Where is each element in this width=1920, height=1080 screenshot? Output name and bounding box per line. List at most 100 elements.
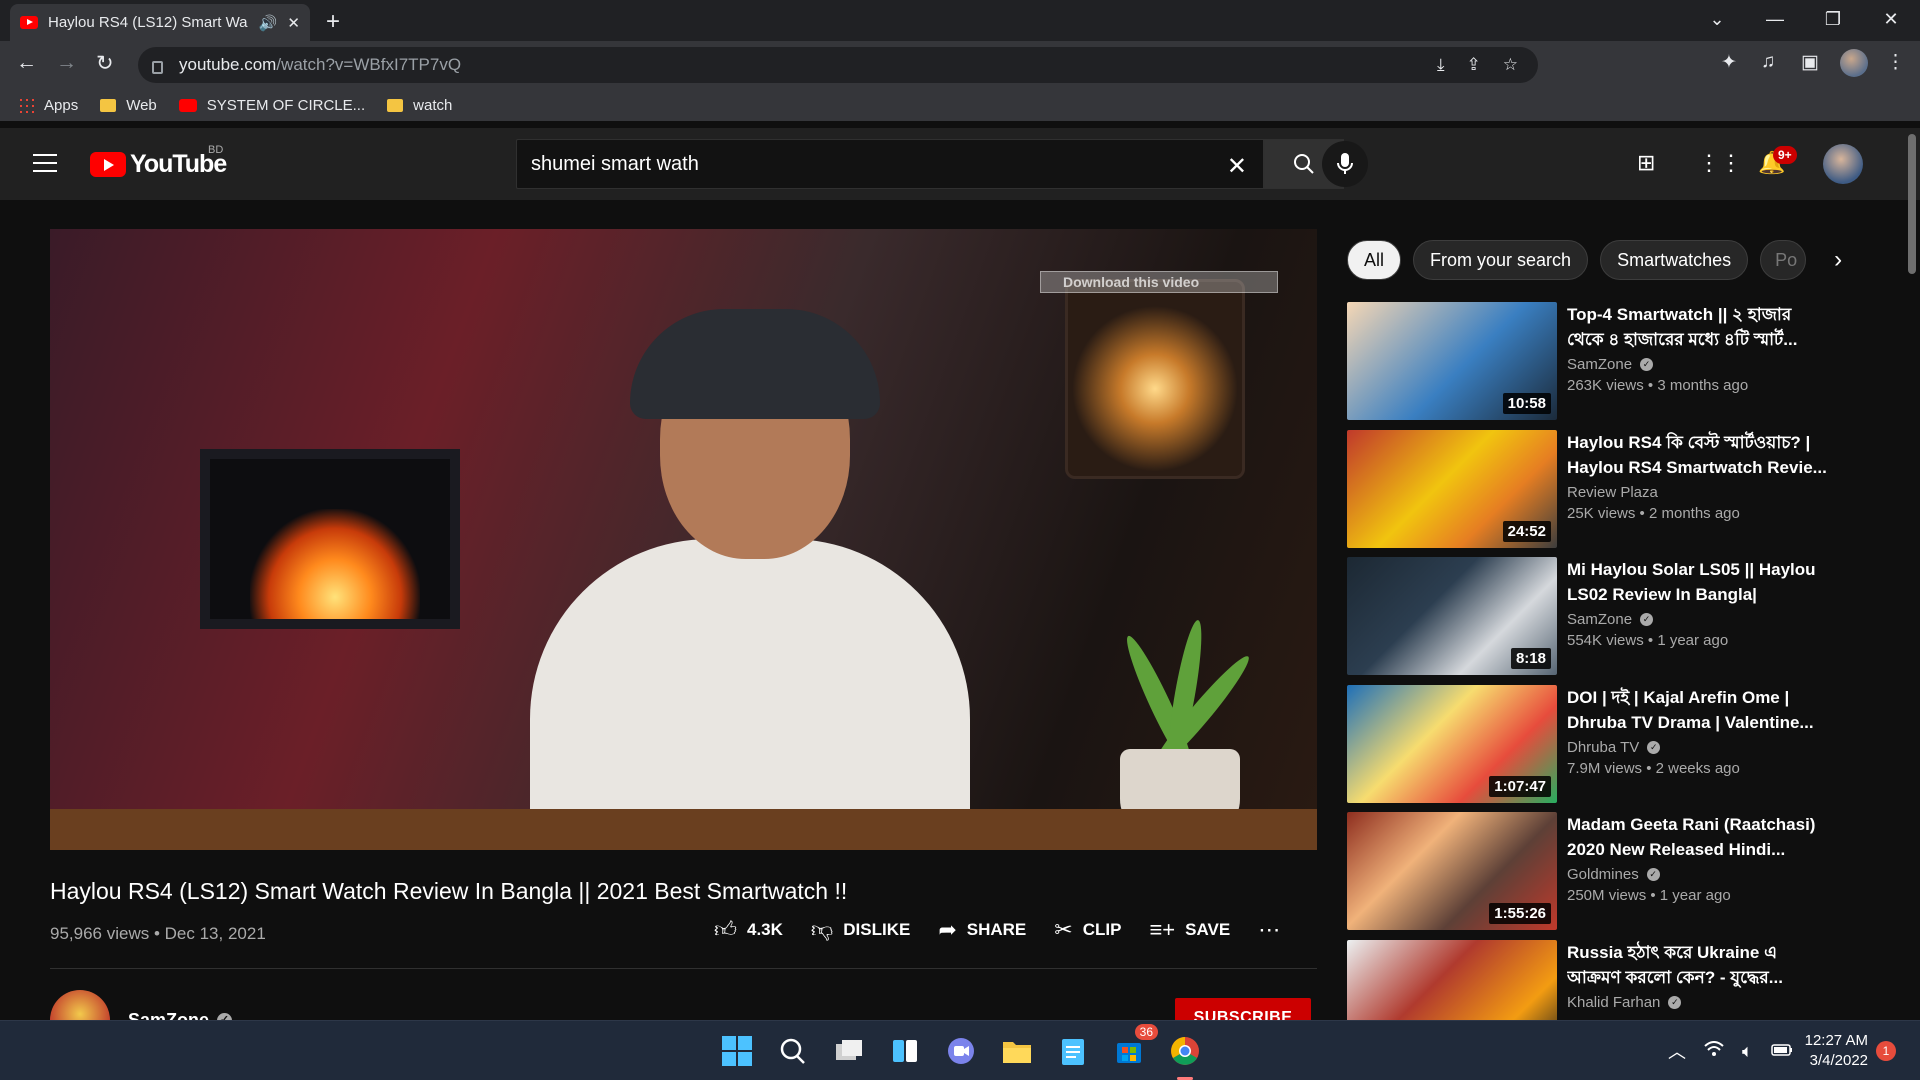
media-control-icon[interactable]: ♫: [1761, 51, 1775, 73]
chip-partial[interactable]: Po: [1760, 240, 1807, 280]
chip-all[interactable]: All: [1347, 240, 1402, 280]
download-video-overlay[interactable]: Download this video: [1040, 271, 1278, 293]
subscribe-button[interactable]: SUBSCRIBE: [1175, 998, 1311, 1020]
windows-start-icon[interactable]: [720, 1034, 754, 1068]
taskbar-clock[interactable]: 12:27 AM 3/4/2022: [1804, 1031, 1868, 1071]
video-thumbnail[interactable]: 1:55:26: [1347, 812, 1557, 930]
back-icon[interactable]: ←: [16, 51, 37, 75]
recommendation-title[interactable]: Top-4 Smartwatch || ২ হাজার থেকে ৪ হাজার…: [1567, 302, 1827, 352]
side-panel-icon[interactable]: ▣: [1801, 51, 1819, 74]
create-video-icon[interactable]: ⊞: [1637, 150, 1655, 176]
video-thumbnail[interactable]: 24:52: [1347, 429, 1557, 548]
youtube-logo[interactable]: YouTube BD: [90, 144, 227, 179]
recommendation-channel[interactable]: Review Plaza: [1567, 484, 1827, 501]
notepad-icon[interactable]: [1056, 1034, 1090, 1068]
video-duration: 1:07:47: [1489, 775, 1551, 797]
file-explorer-icon[interactable]: [1000, 1034, 1034, 1068]
recommendation-channel[interactable]: SamZone ✓: [1567, 356, 1827, 373]
wifi-icon[interactable]: [1704, 1040, 1724, 1062]
reload-icon[interactable]: ↻: [96, 51, 114, 76]
recommendation-title[interactable]: Haylou RS4 কি বেস্ট স্মার্টওয়াচ? | Hayl…: [1567, 430, 1827, 480]
extensions-icon[interactable]: ✦: [1721, 51, 1737, 74]
install-icon[interactable]: ⤓: [1437, 55, 1445, 75]
recommendation-stats: 25K views • 2 months ago: [1567, 504, 1740, 522]
recommendation-channel[interactable]: Dhruba TV ✓: [1567, 739, 1827, 756]
teams-chat-icon[interactable]: [944, 1034, 978, 1068]
channel-text: Khalid Farhan: [1567, 993, 1661, 1011]
chip-smartwatches[interactable]: Smartwatches: [1600, 240, 1749, 280]
recommendation-channel[interactable]: Khalid Farhan ✓: [1567, 994, 1827, 1011]
window-controls: ⌄ — ❐ ✕: [1688, 0, 1920, 41]
channel-name[interactable]: SamZone ✓: [128, 1010, 233, 1020]
search-icon[interactable]: [776, 1034, 810, 1068]
recommendation-item[interactable]: 24:52 Haylou RS4 কি বেস্ট স্মার্টওয়াচ? …: [1347, 429, 1827, 558]
recommendation-item[interactable]: 10:58 Top-4 Smartwatch || ২ হাজার থেকে ৪…: [1347, 302, 1827, 430]
url-host: youtube.com: [179, 55, 277, 74]
recommendation-channel[interactable]: SamZone ✓: [1567, 611, 1827, 628]
notification-center-badge[interactable]: 1: [1876, 1041, 1896, 1061]
search-box: shumei smart wath ✕: [516, 139, 1344, 189]
chip-from-your-search[interactable]: From your search: [1413, 240, 1589, 280]
recommendation-item[interactable]: 1:07:47 DOI | দই | Kajal Arefin Ome | Dh…: [1347, 684, 1827, 813]
speaker-icon[interactable]: 🔊: [259, 14, 278, 32]
share-button[interactable]: ➦ SHARE: [938, 917, 1026, 943]
bookmark-star-icon[interactable]: ☆: [1503, 55, 1518, 75]
forward-icon[interactable]: →: [56, 51, 77, 75]
video-player[interactable]: Download this video: [50, 229, 1317, 850]
tab-search-icon[interactable]: ⌄: [1688, 0, 1746, 41]
search-input[interactable]: shumei smart wath ✕: [516, 139, 1264, 189]
dislike-button[interactable]: 👎︎ DISLIKE: [811, 916, 910, 943]
share-arrow-icon: ➦: [938, 916, 957, 942]
voice-search-button[interactable]: [1322, 141, 1368, 187]
video-thumbnail[interactable]: 10:58: [1347, 302, 1557, 420]
restore-button[interactable]: ❐: [1804, 0, 1862, 41]
address-bar[interactable]: youtube.com/watch?v=WBfxI7TP7vQ ⤓ ⇪ ☆: [138, 47, 1538, 83]
channel-avatar[interactable]: [50, 990, 110, 1020]
recommendation-item[interactable]: 8:18 Mi Haylou Solar LS05 || Haylou LS02…: [1347, 557, 1827, 685]
recommendation-channel[interactable]: Goldmines ✓: [1567, 866, 1827, 883]
more-actions-button[interactable]: ⋯: [1258, 917, 1280, 943]
lock-icon[interactable]: [152, 60, 163, 74]
close-window-button[interactable]: ✕: [1862, 0, 1920, 41]
widgets-icon[interactable]: [888, 1034, 922, 1068]
bookmark-web[interactable]: Web: [100, 97, 157, 114]
apps-icon[interactable]: ⋮⋮: [1698, 150, 1742, 176]
views-text: 554K views: [1567, 632, 1644, 649]
share-icon[interactable]: ⇪: [1467, 55, 1481, 75]
browser-tab[interactable]: Haylou RS4 (LS12) Smart Wa 🔊 ✕: [10, 4, 310, 41]
close-tab-icon[interactable]: ✕: [287, 14, 300, 32]
minimize-button[interactable]: —: [1746, 0, 1804, 41]
recommendation-item[interactable]: 1:55:26 Madam Geeta Rani (Raatchasi) 202…: [1347, 812, 1827, 940]
store-icon[interactable]: 36: [1112, 1024, 1158, 1068]
bookmark-watch[interactable]: watch: [387, 97, 452, 114]
view-count: 95,966 views: [50, 924, 150, 943]
youtube-play-icon: [90, 152, 126, 177]
new-tab-button[interactable]: +: [326, 8, 340, 36]
video-thumbnail[interactable]: [1347, 939, 1557, 1020]
recommendation-item[interactable]: Russia হঠাৎ করে Ukraine এ আক্রমণ করলো কে…: [1347, 939, 1827, 1020]
video-thumbnail[interactable]: 1:07:47: [1347, 684, 1557, 803]
bookmark-apps[interactable]: Apps: [18, 97, 78, 114]
menu-kebab-icon[interactable]: ⋮: [1886, 51, 1905, 74]
share-label: SHARE: [966, 919, 1027, 939]
hamburger-menu-icon[interactable]: [33, 154, 57, 172]
clip-button[interactable]: ✂ CLIP: [1054, 917, 1121, 943]
chrome-icon[interactable]: [1168, 1034, 1202, 1080]
task-view-icon[interactable]: [832, 1034, 866, 1068]
recommendation-title[interactable]: DOI | দই | Kajal Arefin Ome | Dhruba TV …: [1567, 685, 1827, 735]
volume-icon[interactable]: 🔈︎: [1742, 1041, 1753, 1062]
save-button[interactable]: ≡+ SAVE: [1149, 917, 1230, 943]
bookmark-system-of-circle[interactable]: SYSTEM OF CIRCLE...: [178, 97, 365, 114]
video-thumbnail[interactable]: 8:18: [1347, 557, 1557, 675]
clear-search-icon[interactable]: ✕: [1227, 152, 1247, 181]
recommendation-title[interactable]: Mi Haylou Solar LS05 || Haylou LS02 Revi…: [1567, 557, 1827, 607]
recommendation-title[interactable]: Russia হঠাৎ করে Ukraine এ আক্রমণ করলো কে…: [1567, 940, 1827, 990]
chevron-up-icon[interactable]: ︿: [1668, 1038, 1686, 1064]
recommendation-title[interactable]: Madam Geeta Rani (Raatchasi) 2020 New Re…: [1567, 812, 1827, 862]
account-avatar[interactable]: [1823, 144, 1863, 184]
like-button[interactable]: 👍︎ 4.3K: [714, 916, 783, 943]
profile-avatar[interactable]: [1840, 49, 1868, 77]
battery-icon[interactable]: [1771, 1041, 1793, 1062]
page-scrollbar[interactable]: [1908, 134, 1916, 274]
chevron-right-icon[interactable]: ›: [1834, 246, 1842, 274]
